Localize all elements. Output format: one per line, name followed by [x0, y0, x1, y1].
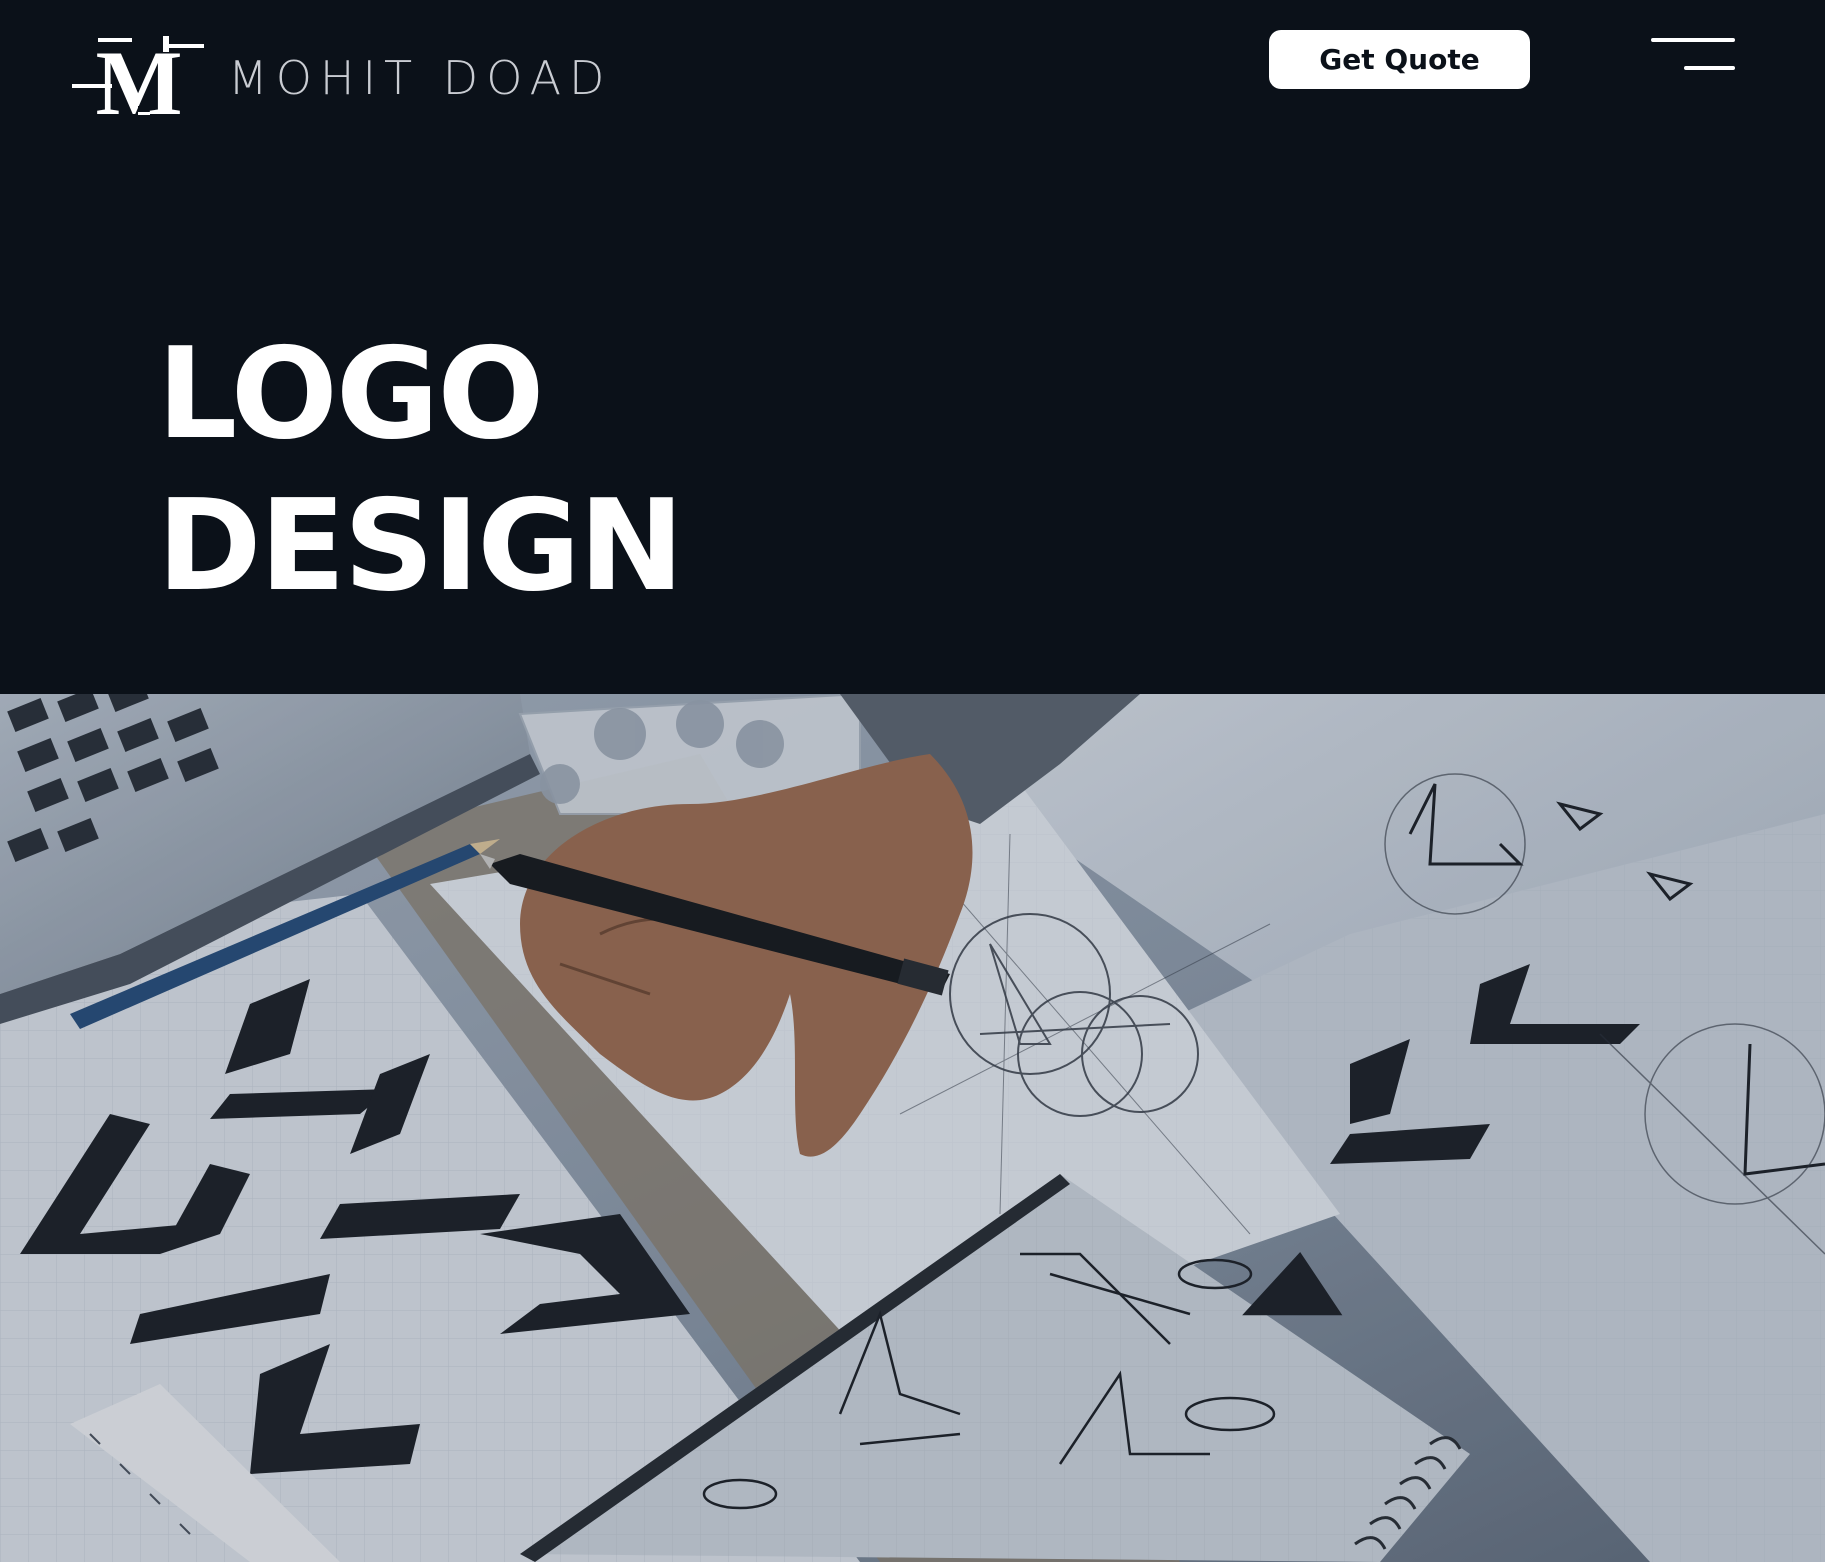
hamburger-menu-icon[interactable] [1648, 34, 1738, 78]
hero-photo [0, 694, 1825, 1562]
brand-name[interactable]: MOHIT DOAD [228, 52, 612, 104]
site-header: M MOHIT DOAD Get Quote [0, 0, 1825, 160]
hero-title-line-1: LOGO [157, 320, 544, 467]
get-quote-button[interactable]: Get Quote [1269, 30, 1530, 89]
brand-logo-icon[interactable]: M [72, 32, 207, 134]
hero-title-line-2: DESIGN [157, 472, 684, 619]
hero-title: LOGO DESIGN [157, 318, 684, 622]
menu-line-bottom [1684, 66, 1735, 70]
menu-line-top [1651, 38, 1735, 42]
